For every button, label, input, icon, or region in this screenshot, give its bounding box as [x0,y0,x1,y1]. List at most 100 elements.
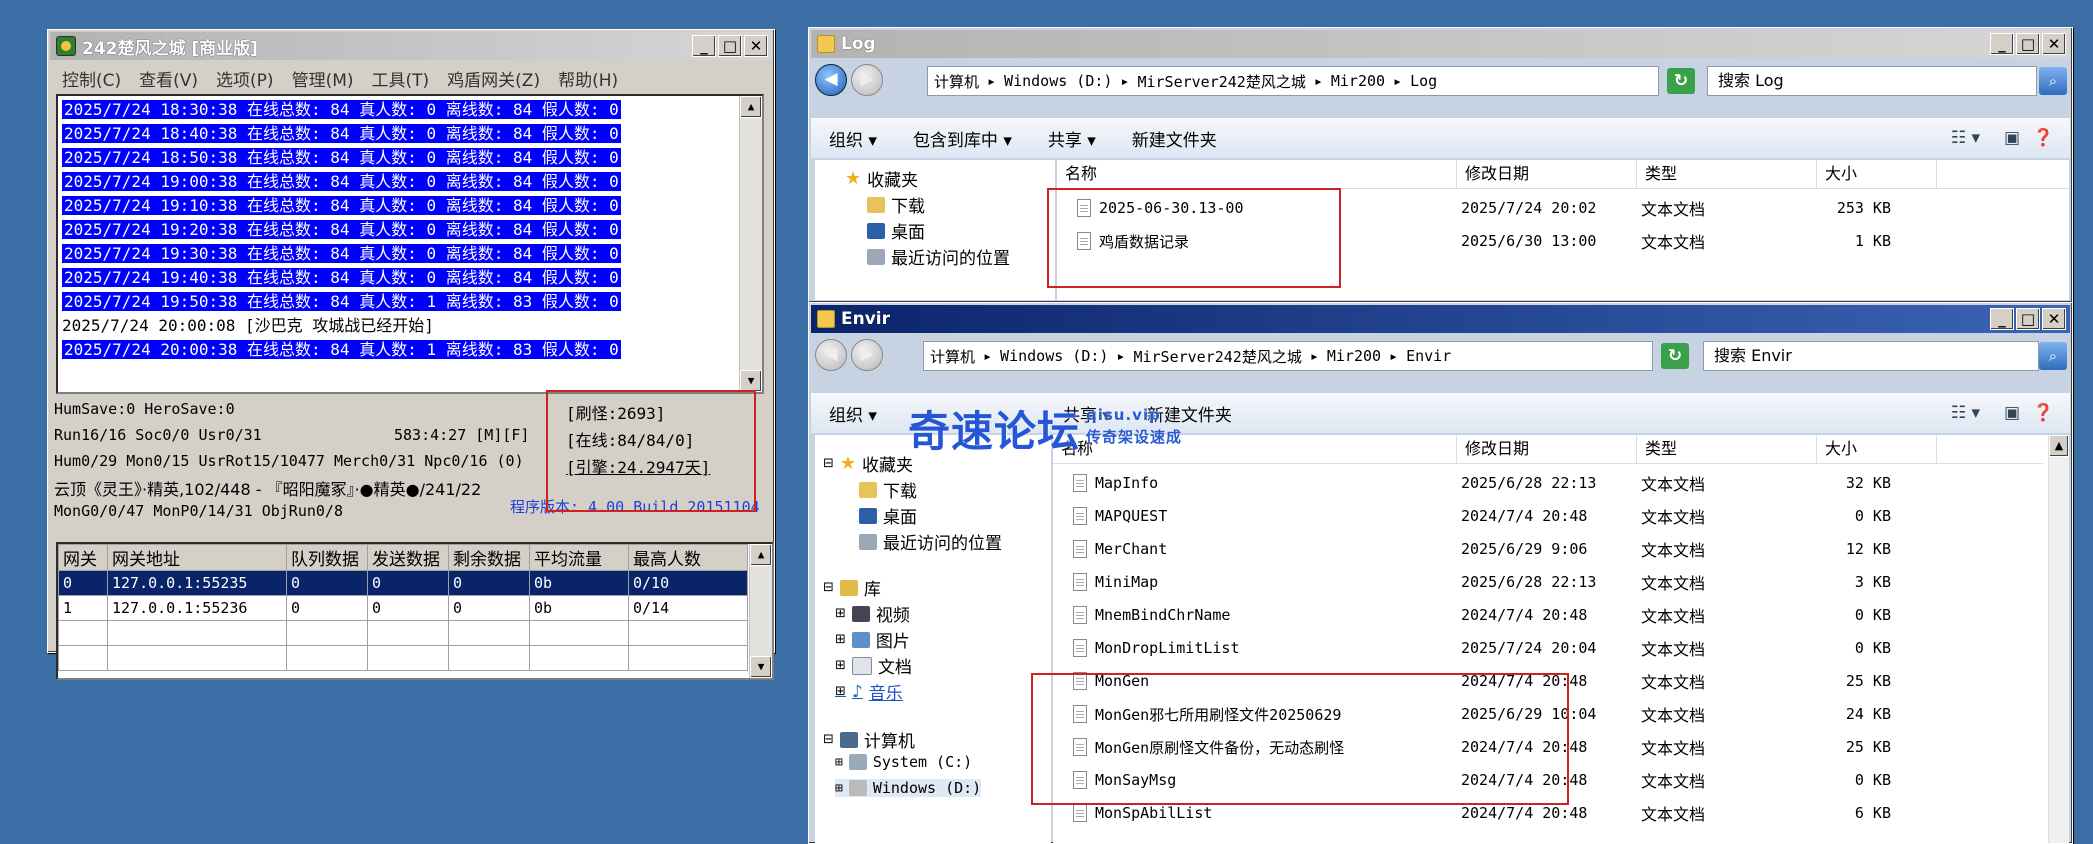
nav-recent[interactable]: 最近访问的位置 [859,529,1002,554]
menu-view[interactable]: 查看(V) [131,64,208,91]
breadcrumb-item[interactable]: Envir [1406,347,1451,365]
new-folder-button[interactable]: 新建文件夹 [1114,126,1235,151]
share-button[interactable]: 共享 ▾ [1030,126,1114,151]
include-library-button[interactable]: 包含到库中 ▾ [895,126,1030,151]
search-icon[interactable]: ⌕ [2039,67,2067,95]
nav-pictures[interactable]: ⊞ 图片 [835,627,910,652]
breadcrumb-item[interactable]: Windows (D:) [1004,72,1112,90]
nav-favorites[interactable]: ⊟ ★ 收藏夹 [823,451,913,476]
col-size[interactable]: 大小 [1817,435,1937,463]
close-icon[interactable]: ✕ [2042,308,2066,330]
nav-recent[interactable]: 最近访问的位置 [867,244,1010,269]
table-scrollbar[interactable]: ▲ ▼ [749,544,772,678]
menu-control[interactable]: 控制(C) [54,64,131,91]
file-row[interactable]: MnemBindChrName 2024/7/4 20:48 文本文档 0 KB [1073,603,1891,627]
col-sent[interactable]: 发送数据 [367,544,449,571]
col-date[interactable]: 修改日期 [1457,160,1637,188]
downloads-icon [867,196,885,213]
nav-videos[interactable]: ⊞ 视频 [835,601,910,626]
scroll-down-icon[interactable]: ▼ [740,370,762,392]
nav-documents[interactable]: ⊞ 文档 [835,653,912,678]
col-name[interactable]: 名称 [1057,160,1457,188]
breadcrumb-item[interactable]: Log [1410,72,1437,90]
view-icon[interactable]: ☷ ▾ [1951,128,1980,148]
forward-icon[interactable]: ▶ [851,64,883,96]
search-input[interactable]: 搜索 Log [1707,66,2037,96]
file-row[interactable]: MonDropLimitList 2025/7/24 20:04 文本文档 0 KB [1073,636,1891,660]
nav-music[interactable]: ⊞ ♪ 音乐 [835,679,903,705]
col-queue[interactable]: 队列数据 [286,544,368,571]
log-titlebar[interactable]: Log _ □ ✕ [811,30,2070,58]
nav-favorites[interactable]: ★ 收藏夹 [845,166,918,191]
col-address[interactable]: 网关地址 [107,544,287,571]
breadcrumb-item[interactable]: MirServer242楚风之城 [1133,346,1301,367]
nav-drive-d[interactable]: ⊞ Windows (D:) [835,779,982,797]
minimize-icon[interactable]: _ [1990,33,2014,55]
preview-pane-icon[interactable]: ▣ [2004,403,2020,423]
file-row[interactable]: MiniMap 2025/6/28 22:13 文本文档 3 KB [1073,570,1891,594]
file-row[interactable]: MAPQUEST 2024/7/4 20:48 文本文档 0 KB [1073,504,1891,528]
table-row[interactable]: 0 127.0.0.1:55235 0 0 0 0b 0/10 [58,570,748,596]
menu-manage[interactable]: 管理(M) [284,64,364,91]
scroll-up-icon[interactable]: ▲ [2049,435,2069,457]
refresh-icon[interactable]: ↻ [1661,343,1689,369]
menu-tools[interactable]: 工具(T) [364,64,440,91]
envir-titlebar[interactable]: Envir _ □ ✕ [811,305,2070,333]
breadcrumb[interactable]: 计算机 ▸ Windows (D:) ▸ MirServer242楚风之城 ▸ Mir… [927,66,1659,96]
minimize-icon[interactable]: _ [692,35,716,57]
maximize-icon[interactable]: □ [718,35,742,57]
col-remain[interactable]: 剩余数据 [448,544,530,571]
col-size[interactable]: 大小 [1817,160,1937,188]
minimize-icon[interactable]: _ [1990,308,2014,330]
forward-icon[interactable]: ▶ [851,339,883,371]
col-type[interactable]: 类型 [1637,160,1817,188]
maximize-icon[interactable]: □ [2016,308,2040,330]
back-icon[interactable]: ◀ [815,339,847,371]
col-traffic[interactable]: 平均流量 [529,544,629,571]
file-row[interactable]: MerChant 2025/6/29 9:06 文本文档 12 KB [1073,537,1891,561]
app-titlebar[interactable]: 242楚风之城 [商业版] _ □ ✕ [50,32,772,60]
log-scrollbar[interactable]: ▲ ▼ [739,96,762,392]
col-type[interactable]: 类型 [1637,435,1817,463]
nav-desktop[interactable]: 桌面 [859,503,917,528]
col-date[interactable]: 修改日期 [1457,435,1637,463]
nav-computer[interactable]: ⊟ 计算机 [823,727,915,752]
refresh-icon[interactable]: ↻ [1667,68,1695,94]
nav-desktop[interactable]: 桌面 [867,218,925,243]
file-row[interactable]: MapInfo 2025/6/28 22:13 文本文档 32 KB [1073,471,1891,495]
breadcrumb-item[interactable]: Mir200 [1327,347,1381,365]
search-input[interactable]: 搜索 Envir [1703,341,2039,371]
breadcrumb-item[interactable]: 计算机 [934,71,979,92]
search-icon[interactable]: ⌕ [2039,342,2067,370]
scroll-up-icon[interactable]: ▲ [750,544,772,566]
help-icon[interactable]: ❓ [2033,403,2054,423]
server-log[interactable]: 2025/7/24 18:30:38 在线总数: 84 真人数: 0 离线数: … [56,94,764,394]
nav-drive-c[interactable]: ⊞ System (C:) [835,753,972,771]
table-row[interactable]: 1 127.0.0.1:55236 0 0 0 0b 0/14 [58,595,748,621]
organize-button[interactable]: 组织 ▾ [811,401,895,426]
help-icon[interactable]: ❓ [2033,128,2054,148]
scroll-up-icon[interactable]: ▲ [740,96,762,118]
nav-libraries[interactable]: ⊟ 库 [823,575,881,600]
breadcrumb-item[interactable]: MirServer242楚风之城 [1137,71,1305,92]
nav-downloads[interactable]: 下载 [867,192,925,217]
view-icon[interactable]: ☷ ▾ [1951,403,1980,423]
breadcrumb[interactable]: 计算机 ▸ Windows (D:) ▸ MirServer242楚风之城 ▸ Mir… [923,341,1653,371]
maximize-icon[interactable]: □ [2016,33,2040,55]
file-scrollbar[interactable]: ▲ [2048,435,2069,843]
col-gateway[interactable]: 网关 [58,544,108,571]
close-icon[interactable]: ✕ [744,35,768,57]
menu-options[interactable]: 选项(P) [208,64,284,91]
back-icon[interactable]: ◀ [815,64,847,96]
close-icon[interactable]: ✕ [2042,33,2066,55]
breadcrumb-item[interactable]: Mir200 [1331,72,1385,90]
menu-gateway[interactable]: 鸡盾网关(Z) [439,64,550,91]
breadcrumb-item[interactable]: 计算机 [930,346,975,367]
menu-help[interactable]: 帮助(H) [550,64,628,91]
col-max[interactable]: 最高人数 [628,544,748,571]
preview-pane-icon[interactable]: ▣ [2004,128,2020,148]
breadcrumb-item[interactable]: Windows (D:) [1000,347,1108,365]
scroll-down-icon[interactable]: ▼ [750,656,772,678]
organize-button[interactable]: 组织 ▾ [811,126,895,151]
nav-downloads[interactable]: 下载 [859,477,917,502]
